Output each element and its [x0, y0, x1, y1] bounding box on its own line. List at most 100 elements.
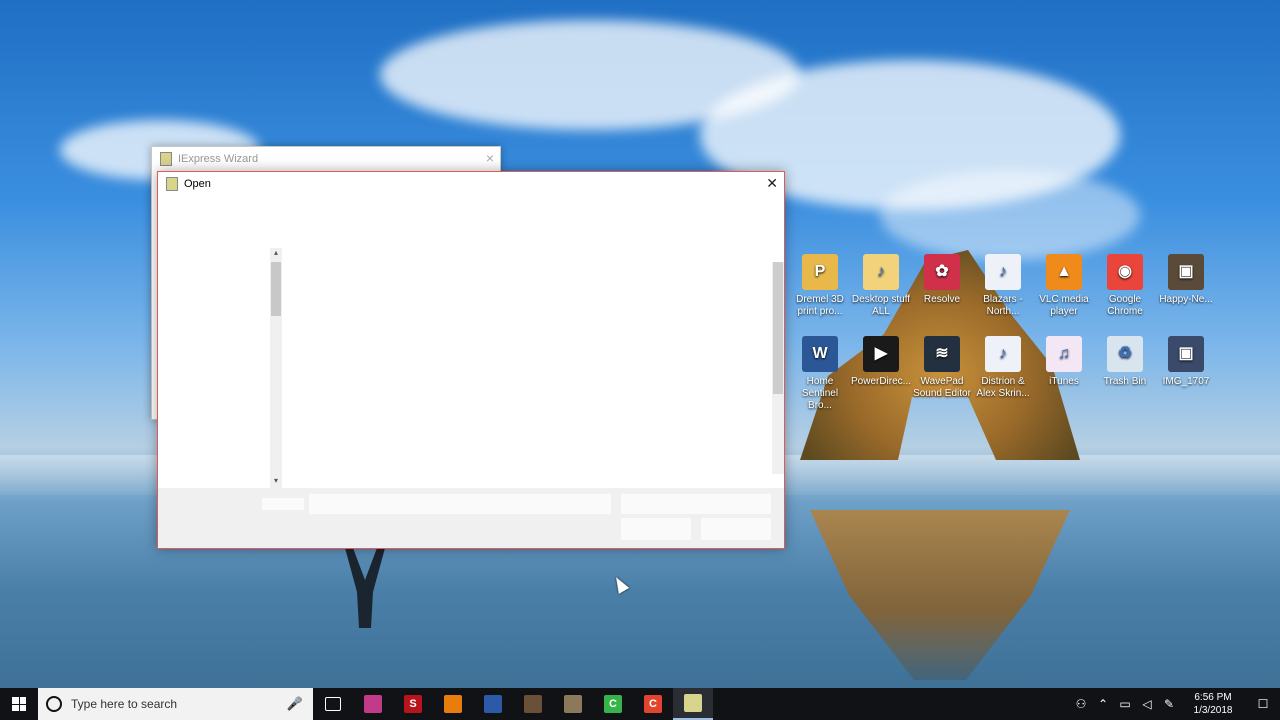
scroll-down-icon[interactable]: ▾ [270, 476, 282, 488]
desktop-icon[interactable]: ▣ IMG_1707 [1155, 336, 1217, 388]
desktop-icon[interactable]: ♪ Blazars - North... [972, 254, 1034, 318]
iexpress-app-icon [160, 152, 172, 166]
iexpress-taskbar-icon [684, 694, 702, 712]
clock-date: 1/3/2018 [1193, 705, 1233, 716]
camtasia-red-icon: C [644, 695, 662, 713]
search-box[interactable]: Type here to search 🎤 [38, 688, 313, 720]
taskbar-button[interactable] [513, 688, 553, 720]
desktop-icon[interactable]: P Dremel 3D print pro... [789, 254, 851, 318]
taskbar-button[interactable] [673, 688, 713, 720]
task-view-icon [325, 697, 341, 711]
navigation-pane-scrollbar[interactable]: ▴ ▾ [270, 248, 282, 488]
search-placeholder: Type here to search [71, 697, 178, 711]
scroll-up-icon[interactable]: ▴ [270, 248, 282, 260]
desktop-icon[interactable]: ♪ Distrion & Alex Skrin... [972, 336, 1034, 400]
volume-icon[interactable]: ◁ [1136, 697, 1158, 711]
photos-app-icon [364, 695, 382, 713]
wallpaper-cloud [880, 170, 1140, 260]
iexpress-titlebar[interactable]: IExpress Wizard [152, 147, 500, 171]
itunes-icon: ♫ [1046, 336, 1082, 372]
word-doc-icon: W [802, 336, 838, 372]
file-type-select[interactable] [621, 494, 771, 514]
open-dialog-titlebar[interactable]: Open [158, 172, 784, 196]
action-center-icon[interactable]: ☐ [1246, 697, 1280, 711]
image-thumbnail-icon: ▣ [1168, 336, 1204, 372]
desktop-icon-label: WavePad Sound Editor [913, 376, 971, 399]
close-icon[interactable]: ✕ [766, 175, 778, 192]
wavepad-icon: ≋ [924, 336, 960, 372]
desktop-icon-label: Blazars - North... [983, 294, 1023, 317]
cortana-icon [46, 696, 62, 712]
taskbar: Type here to search 🎤 S C C ⚇ ⌃ ▭ ◁ ✎ 6:56… [0, 688, 1280, 720]
iexpress-close-icon[interactable]: × [486, 150, 494, 166]
taskbar-button[interactable] [313, 688, 353, 720]
desktop-icon[interactable]: ♪ Desktop stuff ALL [850, 254, 912, 318]
s-app-icon: S [404, 695, 422, 713]
recycle-bin-icon: ♻ [1107, 336, 1143, 372]
mp3-file-icon: ♪ [985, 336, 1021, 372]
start-button[interactable] [0, 688, 38, 720]
system-tray: ⚇ ⌃ ▭ ◁ ✎ 6:56 PM 1/3/2018 ☐ [1070, 688, 1280, 720]
windows-logo-icon [12, 697, 26, 711]
desktop-icon-label: PowerDirec... [850, 376, 911, 387]
desktop-icon[interactable]: ♫ iTunes [1033, 336, 1095, 388]
desktop-icon-label: Home Sentinel Bro... [801, 376, 839, 411]
wallpaper-figure [345, 548, 385, 628]
scrollbar-thumb[interactable] [773, 262, 783, 394]
chevron-up-icon[interactable]: ⌃ [1092, 697, 1114, 711]
desktop-icon-label: Distrion & Alex Skrin... [976, 376, 1030, 399]
cancel-button[interactable] [701, 518, 771, 540]
desktop-icon[interactable]: ✿ Resolve [911, 254, 973, 306]
desktop-icon[interactable]: ◉ Google Chrome [1094, 254, 1156, 318]
image-thumbnail-icon: ▣ [1168, 254, 1204, 290]
open-dialog-app-icon [166, 177, 178, 191]
desktop-icon[interactable]: W Home Sentinel Bro... [789, 336, 851, 412]
file-list-scrollbar[interactable] [772, 262, 784, 474]
wallpaper-rock-reflection [810, 510, 1070, 680]
desktop-icon-label: IMG_1707 [1162, 376, 1210, 387]
open-dialog[interactable]: Open ✕ ▴ ▾ [157, 171, 785, 549]
desktop-icon-label: Desktop stuff ALL [851, 294, 911, 317]
desktop-icon-label: VLC media player [1039, 294, 1089, 317]
powerdirector-icon: ▶ [863, 336, 899, 372]
cube-app-icon [564, 695, 582, 713]
desktop-icon[interactable]: ▣ Happy-Ne... [1155, 254, 1217, 306]
desktop-icon-label: Resolve [923, 294, 961, 305]
mp3-file-icon: ♪ [985, 254, 1021, 290]
taskbar-button[interactable]: C [633, 688, 673, 720]
taskbar-button[interactable]: C [593, 688, 633, 720]
desktop-icon-label: Dremel 3D print pro... [796, 294, 844, 317]
file-name-label [262, 498, 304, 510]
people-icon[interactable]: ⚇ [1070, 697, 1092, 711]
iexpress-title: IExpress Wizard [178, 153, 259, 165]
desktop-icon[interactable]: ♻ Trash Bin [1094, 336, 1156, 388]
blender-icon [444, 695, 462, 713]
desktop-icon[interactable]: ▲ VLC media player [1033, 254, 1095, 318]
network-icon[interactable]: ▭ [1114, 697, 1136, 711]
davinci-resolve-icon: ✿ [924, 254, 960, 290]
pen-icon[interactable]: ✎ [1158, 697, 1180, 711]
dremel-app-icon: P [802, 254, 838, 290]
desktop-icon-label: Happy-Ne... [1159, 294, 1213, 305]
dialog-footer [158, 488, 784, 548]
mouse-cursor [610, 574, 630, 594]
chrome-icon: ◉ [1107, 254, 1143, 290]
scrollbar-thumb[interactable] [271, 262, 281, 316]
taskbar-button[interactable] [553, 688, 593, 720]
box-app-icon [524, 695, 542, 713]
taskbar-button[interactable] [433, 688, 473, 720]
desktop-icon[interactable]: ▶ PowerDirec... [850, 336, 912, 388]
desktop-icon-label: iTunes [1049, 376, 1079, 387]
editor-app-icon [484, 695, 502, 713]
taskbar-apps: SCC [313, 688, 713, 720]
open-button[interactable] [621, 518, 691, 540]
taskbar-button[interactable]: S [393, 688, 433, 720]
file-name-input[interactable] [309, 494, 611, 514]
camtasia-green-icon: C [604, 695, 622, 713]
clock[interactable]: 6:56 PM 1/3/2018 [1186, 691, 1240, 717]
vlc-icon: ▲ [1046, 254, 1082, 290]
taskbar-button[interactable] [473, 688, 513, 720]
desktop-icon[interactable]: ≋ WavePad Sound Editor [911, 336, 973, 400]
taskbar-button[interactable] [353, 688, 393, 720]
microphone-icon[interactable]: 🎤 [287, 696, 303, 712]
